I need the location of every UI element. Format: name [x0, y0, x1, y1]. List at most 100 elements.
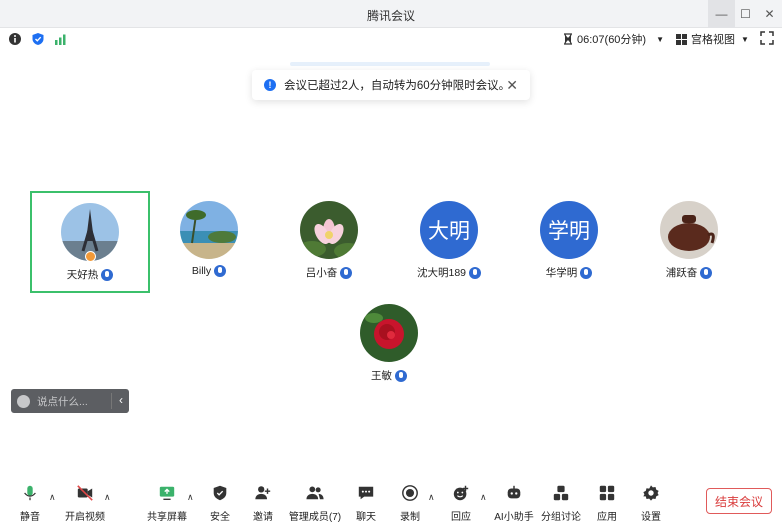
chevron-up-icon[interactable]: ∧: [104, 492, 111, 503]
title-bar: 腾讯会议 — ☐ ✕: [0, 0, 782, 28]
grid-view-icon: [676, 33, 687, 45]
end-meeting-button[interactable]: 结束会议: [706, 488, 772, 514]
participant-tile[interactable]: 王敏: [329, 294, 449, 396]
ai-assistant-icon: [507, 485, 521, 499]
security-label: 安全: [210, 512, 230, 523]
chat-icon: [358, 486, 374, 500]
reaction-icon: [453, 485, 469, 501]
hourglass-icon: [564, 33, 572, 45]
participant-tile[interactable]: 天好热: [30, 191, 150, 293]
settings-button[interactable]: 设置: [637, 478, 665, 523]
mute-label: 静音: [20, 512, 40, 523]
breakout-button[interactable]: 分组讨论: [541, 478, 581, 523]
participant-name: 浦跃奋: [665, 267, 698, 279]
camera-off-icon: [77, 485, 93, 501]
mic-icon: [395, 369, 407, 382]
mute-button[interactable]: 静音: [14, 478, 46, 523]
chat-placeholder: 说点什么...: [37, 395, 88, 408]
chevron-up-icon[interactable]: ∧: [187, 492, 194, 503]
ai-assistant-button[interactable]: AI小助手: [494, 478, 534, 523]
emoji-icon[interactable]: [17, 394, 30, 408]
signal-icon[interactable]: [54, 32, 68, 46]
apps-icon: [599, 485, 615, 501]
status-bar: 06:07(60分钟) ▼ 宫格视图 ▼: [0, 28, 782, 50]
breakout-icon: [553, 485, 569, 501]
participant-name: 华学明: [545, 267, 578, 279]
avatar: [180, 201, 238, 259]
video-button[interactable]: 开启视频: [64, 478, 106, 523]
info-icon[interactable]: [8, 32, 22, 46]
invite-label: 邀请: [253, 512, 273, 523]
mic-icon: [101, 268, 114, 281]
avatar: 学明: [540, 201, 598, 259]
mic-icon: [580, 266, 593, 279]
microphone-icon: [24, 485, 36, 501]
maximize-button[interactable]: ☐: [732, 0, 759, 28]
avatar: [360, 304, 418, 362]
collapse-icon[interactable]: ‹: [119, 393, 123, 407]
manage-members-button[interactable]: 管理成员(7): [288, 478, 342, 523]
chat-label: 聊天: [356, 512, 376, 523]
participant-name: 王敏: [371, 370, 392, 382]
members-label: 管理成员(7): [288, 512, 342, 523]
members-icon: [306, 486, 324, 500]
apps-button[interactable]: 应用: [593, 478, 621, 523]
chat-button[interactable]: 聊天: [352, 478, 380, 523]
close-button[interactable]: ✕: [756, 0, 782, 28]
reactions-button[interactable]: 回应: [447, 478, 475, 523]
minimize-button[interactable]: —: [708, 0, 735, 28]
mic-icon: [469, 266, 482, 279]
participant-name: Billy: [191, 265, 212, 277]
record-label: 录制: [400, 512, 420, 523]
ai-label: AI小助手: [494, 512, 534, 523]
participant-tile[interactable]: 浦跃奋: [629, 191, 749, 293]
shield-icon[interactable]: [31, 32, 45, 46]
notice-shadow-bar: [290, 62, 490, 66]
reactions-label: 回应: [451, 512, 471, 523]
timer-text: 06:07(60分钟): [577, 34, 647, 46]
fullscreen-icon[interactable]: [760, 31, 774, 45]
bottom-toolbar: 静音 ∧ 开启视频 ∧ 共享屏幕 ∧ 安全 邀请 管理成员(7) 聊天 录制 ∧…: [0, 478, 782, 523]
gear-icon: [643, 485, 659, 501]
info-icon: !: [264, 79, 276, 91]
participant-tile[interactable]: 学明 华学明: [509, 191, 629, 293]
mic-icon: [340, 266, 353, 279]
invite-button[interactable]: 邀请: [249, 478, 277, 523]
chevron-down-icon: ▼: [656, 34, 665, 44]
avatar: [660, 201, 718, 259]
meeting-timer[interactable]: 06:07(60分钟) ▼: [563, 31, 664, 47]
chevron-up-icon[interactable]: ∧: [49, 492, 56, 503]
notice-banner: ! 会议已超过2人，自动转为60分钟限时会议。 ✕: [252, 70, 530, 100]
record-button[interactable]: 录制: [396, 478, 424, 523]
participant-name: 沈大明189: [416, 267, 467, 279]
record-icon: [402, 485, 418, 501]
avatar: [300, 201, 358, 259]
chevron-up-icon[interactable]: ∧: [480, 492, 487, 503]
mic-icon: [700, 266, 713, 279]
share-screen-icon: [159, 486, 175, 500]
view-switch-button[interactable]: 宫格视图 ▼: [676, 31, 749, 47]
chat-quick-input[interactable]: 说点什么... ‹: [11, 389, 129, 413]
add-user-icon: [255, 486, 271, 500]
participant-tile[interactable]: Billy: [149, 191, 269, 293]
chevron-up-icon[interactable]: ∧: [428, 492, 435, 503]
participant-tile[interactable]: 大明 沈大明189: [389, 191, 509, 293]
host-badge: [85, 251, 96, 262]
window-title: 腾讯会议: [366, 9, 415, 23]
breakout-label: 分组讨论: [541, 512, 581, 523]
participant-tile[interactable]: 吕小奋: [269, 191, 389, 293]
security-button[interactable]: 安全: [206, 478, 234, 523]
shield-icon: [213, 485, 227, 501]
avatar: 大明: [420, 201, 478, 259]
notice-message: 会议已超过2人，自动转为60分钟限时会议。: [284, 80, 511, 92]
view-label: 宫格视图: [691, 34, 735, 46]
divider: [111, 393, 112, 409]
settings-label: 设置: [641, 512, 661, 523]
apps-label: 应用: [597, 512, 617, 523]
share-label: 共享屏幕: [147, 512, 187, 523]
participant-name: 吕小奋: [305, 267, 338, 279]
chevron-down-icon: ▼: [741, 34, 749, 44]
share-screen-button[interactable]: 共享屏幕: [146, 478, 188, 523]
close-icon[interactable]: ✕: [506, 77, 518, 94]
mic-icon: [214, 265, 227, 277]
